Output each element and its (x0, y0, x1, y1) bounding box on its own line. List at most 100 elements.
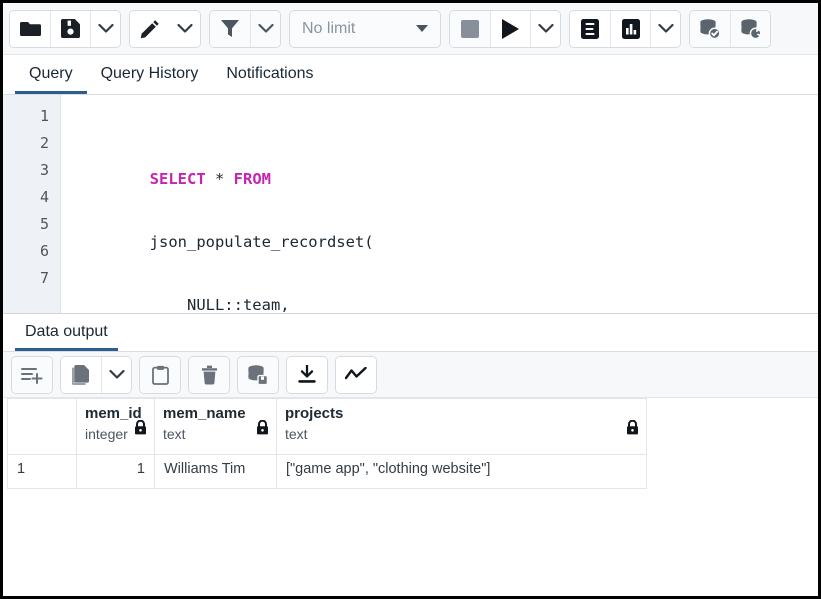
rollback-button[interactable] (730, 11, 770, 47)
filter-group (209, 10, 281, 48)
chevron-down-icon (416, 25, 428, 32)
line-number: 4 (3, 184, 60, 211)
cell-mem-name[interactable]: Williams Tim (155, 455, 277, 489)
paste-group (139, 356, 181, 394)
bar-chart-icon (622, 19, 640, 39)
tab-notifications[interactable]: Notifications (212, 56, 327, 94)
save-floppy-icon (61, 19, 80, 38)
explain-analyze-button[interactable] (610, 11, 650, 47)
table-row[interactable]: 1 1 Williams Tim ["game app", "clothing … (8, 455, 647, 489)
transaction-group (689, 10, 771, 48)
column-header-projects[interactable]: projects text (277, 399, 647, 455)
paste-button[interactable] (140, 357, 180, 393)
sql-keyword: FROM (234, 170, 271, 188)
line-number: 6 (3, 238, 60, 265)
code-line: json_populate_recordset( (75, 202, 818, 229)
lock-icon (134, 420, 147, 439)
result-grid-container[interactable]: mem_id integer mem_name text (3, 398, 818, 596)
folder-icon (20, 20, 41, 37)
file-group (9, 10, 121, 48)
row-limit-value: No limit (302, 20, 355, 38)
explain-e-icon (581, 19, 599, 39)
execute-group (449, 10, 561, 48)
pgadmin-query-tool-window: No limit (0, 0, 821, 599)
grid-header-row: mem_id integer mem_name text (8, 399, 647, 455)
copy-dropdown[interactable] (101, 357, 131, 393)
row-number: 1 (8, 455, 77, 489)
add-row-button[interactable] (12, 357, 52, 393)
chevron-down-icon (177, 23, 193, 34)
tab-data-output[interactable]: Data output (15, 315, 118, 351)
sql-keyword: SELECT (150, 170, 206, 188)
chevron-down-icon (538, 23, 554, 34)
tab-query[interactable]: Query (15, 56, 87, 94)
data-output-toolbar (3, 352, 818, 398)
open-file-button[interactable] (10, 11, 50, 47)
code-line: SELECT * FROM (75, 139, 818, 166)
trash-icon (201, 365, 218, 385)
chevron-down-icon (658, 23, 674, 34)
execute-query-button[interactable] (490, 11, 530, 47)
grid-corner-cell (8, 399, 77, 455)
database-save-icon (247, 365, 269, 385)
save-file-dropdown[interactable] (90, 11, 120, 47)
download-group (286, 356, 328, 394)
pencil-icon (140, 19, 160, 39)
chevron-down-icon (109, 369, 125, 380)
database-revert-icon (740, 19, 762, 39)
explain-group (569, 10, 681, 48)
lock-icon (626, 420, 639, 439)
cell-projects[interactable]: ["game app", "clothing website"] (277, 455, 647, 489)
line-graph-icon (345, 367, 367, 383)
delete-group (188, 356, 230, 394)
copy-button[interactable] (61, 357, 101, 393)
explain-dropdown[interactable] (650, 11, 680, 47)
download-icon (298, 365, 316, 384)
result-grid: mem_id integer mem_name text (7, 398, 647, 489)
column-type: text (285, 425, 638, 443)
edit-button[interactable] (130, 11, 170, 47)
chevron-down-icon (98, 23, 114, 34)
edit-group (129, 10, 201, 48)
column-header-mem-id[interactable]: mem_id integer (77, 399, 155, 455)
chevron-down-icon (258, 23, 274, 34)
delete-row-button[interactable] (189, 357, 229, 393)
output-tabs: Data output (3, 314, 818, 352)
query-tool-toolbar: No limit (3, 3, 818, 55)
query-tool-tabs: Query Query History Notifications (3, 55, 818, 95)
save-file-button[interactable] (50, 11, 90, 47)
graph-visualiser-button[interactable] (336, 357, 376, 393)
line-number: 7 (3, 265, 60, 292)
lock-icon (256, 420, 269, 439)
sql-editor[interactable]: 1 2 3 4 5 6 7 SELECT * FROM json_populat… (3, 95, 818, 314)
sql-operator: * (206, 170, 234, 188)
stop-square-icon (461, 20, 479, 38)
edit-dropdown[interactable] (170, 11, 200, 47)
filter-dropdown[interactable] (250, 11, 280, 47)
row-limit-select[interactable]: No limit (289, 10, 441, 48)
column-header-mem-name[interactable]: mem_name text (155, 399, 277, 455)
cell-mem-id[interactable]: 1 (77, 455, 155, 489)
line-number: 3 (3, 157, 60, 184)
copy-group (60, 356, 132, 394)
column-name: projects (285, 405, 638, 423)
save-data-group (237, 356, 279, 394)
filter-button[interactable] (210, 11, 250, 47)
tab-query-history[interactable]: Query History (87, 56, 213, 94)
sql-text: json_populate_recordset( (150, 233, 374, 251)
stop-query-button[interactable] (450, 11, 490, 47)
commit-button[interactable] (690, 11, 730, 47)
clipboard-paste-icon (152, 365, 169, 385)
column-type: text (163, 425, 268, 443)
line-number: 1 (3, 103, 60, 130)
play-triangle-icon (502, 19, 519, 39)
copy-icon (72, 365, 91, 385)
line-number: 5 (3, 211, 60, 238)
save-data-changes-button[interactable] (238, 357, 278, 393)
column-name: mem_name (163, 405, 268, 423)
download-button[interactable] (287, 357, 327, 393)
sql-code-area[interactable]: SELECT * FROM json_populate_recordset( N… (61, 95, 818, 313)
execute-dropdown[interactable] (530, 11, 560, 47)
explain-button[interactable] (570, 11, 610, 47)
database-check-icon (699, 19, 721, 39)
